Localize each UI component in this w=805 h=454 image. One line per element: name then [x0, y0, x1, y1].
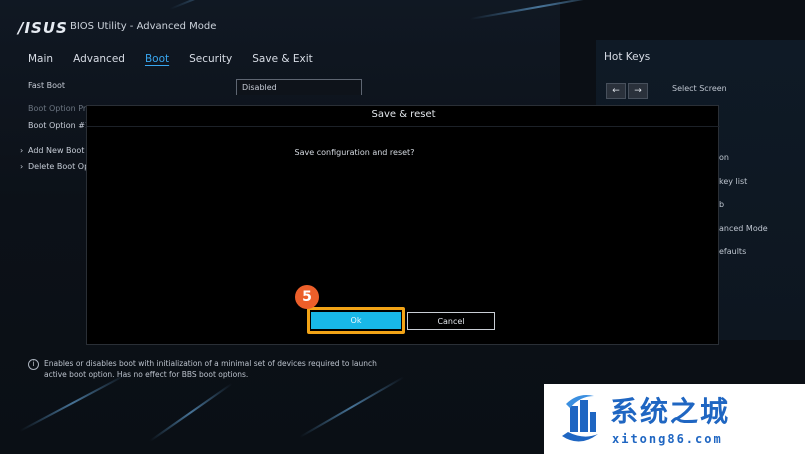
boot-option-1-label[interactable]: Boot Option #1 — [28, 121, 90, 130]
fast-boot-label[interactable]: Fast Boot — [28, 81, 65, 90]
watermark-title: 系统之城 — [610, 395, 731, 428]
hotkeys-title: Hot Keys — [604, 51, 651, 63]
app-title: BIOS Utility - Advanced Mode — [70, 21, 217, 32]
tab-save-exit[interactable]: Save & Exit — [252, 53, 313, 65]
dialog-message: Save configuration and reset? — [294, 148, 415, 157]
right-arrow-key-icon: → — [628, 83, 648, 99]
dialog-title: Save & reset — [371, 109, 436, 120]
help-text: Enables or disables boot with initializa… — [44, 359, 377, 379]
header: /ISUS BIOS Utility - Advanced Mode — [0, 0, 805, 44]
hotkey-item: b — [719, 200, 725, 209]
tab-security[interactable]: Security — [189, 53, 232, 65]
hotkey-item: key list — [719, 177, 748, 186]
save-reset-dialog: Save & reset Save configuration and rese… — [86, 105, 720, 345]
asus-logo: /ISUS — [18, 19, 68, 37]
hotkey-select-screen: Select Screen — [672, 84, 727, 93]
watermark-url: xitong86.com — [612, 432, 723, 446]
dialog-divider — [87, 126, 720, 127]
chevron-right-icon: › — [20, 146, 24, 155]
fast-boot-value: Disabled — [242, 83, 277, 92]
bios-screen: /ISUS BIOS Utility - Advanced Mode Main … — [0, 0, 805, 454]
hotkey-item: efaults — [719, 247, 747, 256]
hotkey-item: on — [719, 153, 729, 162]
add-new-boot-option[interactable]: Add New Boot C — [28, 146, 93, 155]
hotkey-item: anced Mode — [719, 224, 768, 233]
city-logo-icon — [562, 395, 598, 442]
tab-main[interactable]: Main — [28, 53, 53, 65]
tab-advanced[interactable]: Advanced — [73, 53, 125, 65]
cancel-button[interactable]: Cancel — [407, 312, 495, 330]
chevron-right-icon: › — [20, 162, 24, 171]
step-number-badge: 5 — [295, 285, 319, 309]
tab-boot[interactable]: Boot — [145, 53, 169, 65]
main-tabs: Main Advanced Boot Security Save & Exit — [28, 53, 333, 65]
watermark: 系统之城 xitong86.com — [544, 384, 805, 454]
left-arrow-key-icon: ← — [606, 83, 626, 99]
boot-priority-label: Boot Option Pri — [28, 104, 89, 113]
info-icon: i — [28, 359, 39, 370]
ok-button[interactable]: Ok — [311, 312, 401, 329]
delete-boot-option[interactable]: Delete Boot Opt — [28, 162, 92, 171]
